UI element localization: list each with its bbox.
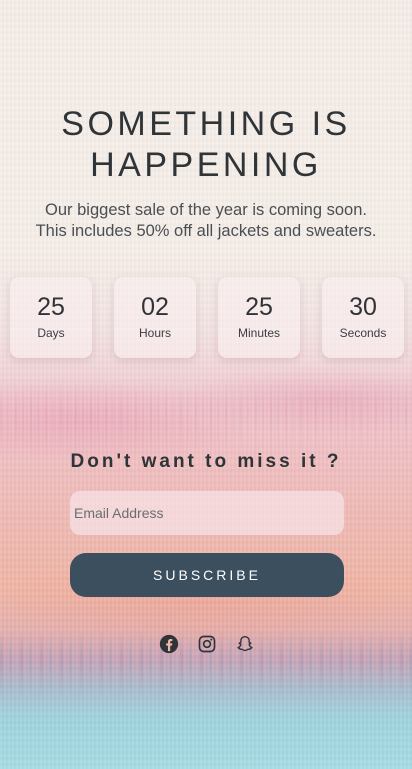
- signup-heading: Don't want to miss it ?: [70, 451, 342, 472]
- social-links: [0, 634, 412, 656]
- title-line-2: HAPPENING: [90, 146, 322, 184]
- coming-soon-page: SOMETHING IS HAPPENING Our biggest sale …: [0, 0, 412, 769]
- countdown-minutes-value: 25: [245, 293, 273, 321]
- subscribe-button[interactable]: SUBSCRIBE: [70, 553, 344, 597]
- countdown-hours-value: 02: [141, 293, 169, 321]
- countdown-seconds-value: 30: [349, 293, 377, 321]
- subtitle-line-2: This includes 50% off all jackets and sw…: [35, 222, 377, 240]
- email-input[interactable]: [70, 491, 344, 535]
- countdown-seconds-label: Seconds: [339, 326, 387, 340]
- countdown-days: 25 Days: [10, 277, 92, 358]
- instagram-icon[interactable]: [197, 634, 217, 654]
- countdown-minutes: 25 Minutes: [218, 277, 300, 358]
- countdown-minutes-label: Minutes: [237, 326, 281, 340]
- page-title: SOMETHING IS HAPPENING: [0, 104, 412, 186]
- countdown-days-label: Days: [37, 326, 65, 340]
- countdown-days-value: 25: [37, 293, 65, 321]
- snapchat-icon[interactable]: [235, 634, 255, 654]
- countdown-timer: 25 Days 02 Hours 25 Minutes 30 Seconds: [0, 277, 412, 358]
- countdown-hours-label: Hours: [138, 326, 171, 340]
- countdown-seconds: 30 Seconds: [322, 277, 404, 358]
- title-line-1: SOMETHING IS: [61, 105, 351, 143]
- facebook-icon[interactable]: [159, 634, 179, 654]
- subtitle-line-1: Our biggest sale of the year is coming s…: [45, 201, 367, 219]
- countdown-hours: 02 Hours: [114, 277, 196, 358]
- subtitle: Our biggest sale of the year is coming s…: [0, 200, 412, 242]
